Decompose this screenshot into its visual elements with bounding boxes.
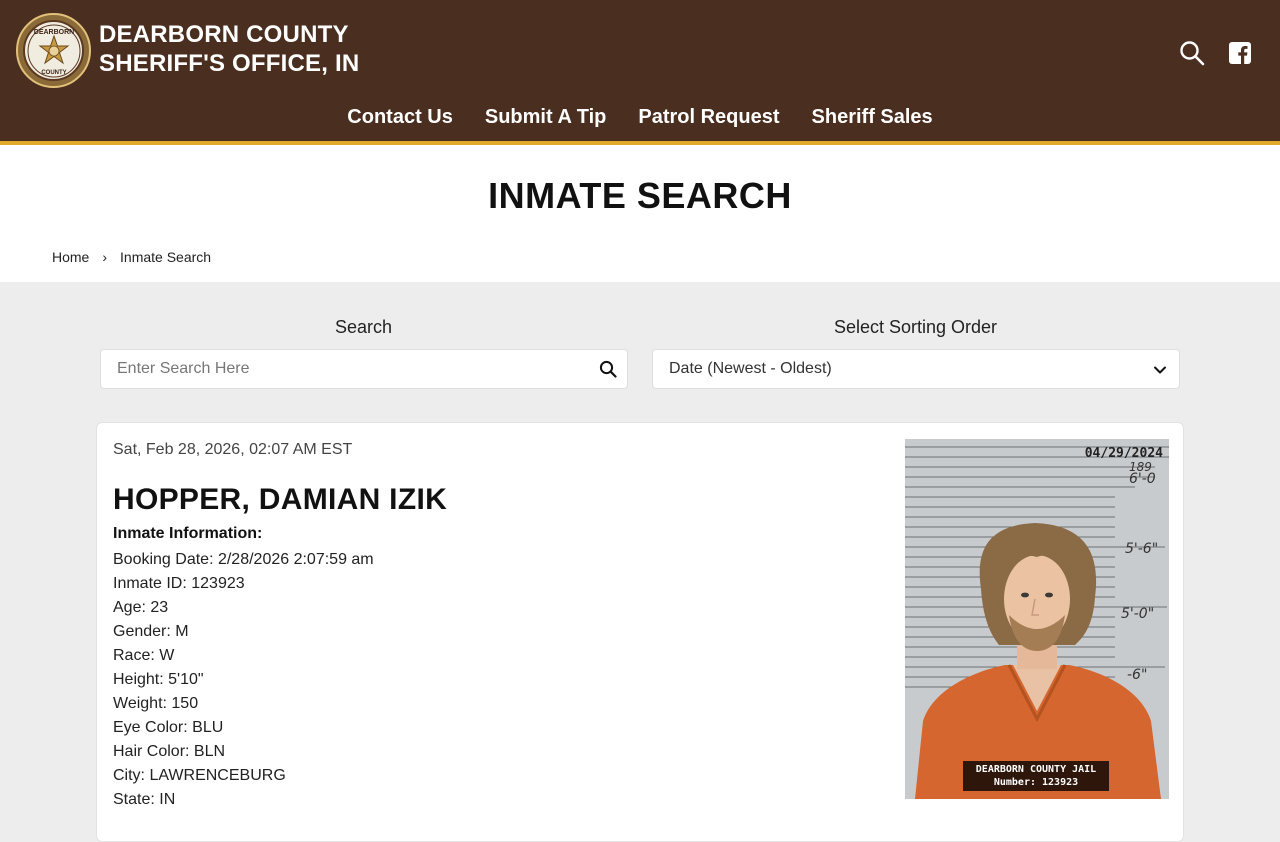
sort-order-select[interactable]: Date (Newest - Oldest) bbox=[652, 349, 1180, 389]
info-inmate-id: Inmate ID: 123923 bbox=[113, 575, 245, 592]
site-title-line1: DEARBORN COUNTY bbox=[99, 21, 349, 48]
mugshot-image: 189 6'-0 5'-6" 5'-0" -6" bbox=[905, 439, 1169, 799]
info-city: City: LAWRENCEBURG bbox=[113, 767, 286, 784]
photo-jail-stamp: DEARBORN COUNTY JAIL Number: 123923 bbox=[963, 761, 1109, 791]
breadcrumb: Home › Inmate Search bbox=[52, 249, 211, 265]
info-weight: Weight: 150 bbox=[113, 695, 199, 712]
chevron-down-icon bbox=[1153, 363, 1167, 377]
photo-jail-name: DEARBORN COUNTY JAIL bbox=[975, 764, 1097, 775]
logo-bottom-text: COUNTY bbox=[41, 70, 66, 76]
info-height: Height: 5'10" bbox=[113, 671, 204, 688]
site-header: DEARBORN COUNTY DEARBORN COUNTY SHERIFF'… bbox=[0, 0, 1280, 141]
info-race: Race: W bbox=[113, 647, 175, 664]
height-mark-5-6: 5'-6" bbox=[1125, 541, 1158, 557]
inmate-info-list: Booking Date: 2/28/2026 2:07:59 am Inmat… bbox=[113, 548, 374, 812]
inmate-card[interactable]: Sat, Feb 28, 2026, 02:07 AM EST HOPPER, … bbox=[96, 422, 1184, 842]
breadcrumb-separator: › bbox=[102, 249, 108, 265]
nav-sheriff-sales[interactable]: Sheriff Sales bbox=[812, 106, 933, 129]
photo-date-stamp: 04/29/2024 bbox=[1084, 446, 1163, 461]
main-nav: Contact Us Submit A Tip Patrol Request S… bbox=[0, 106, 1280, 129]
nav-contact-us[interactable]: Contact Us bbox=[347, 106, 453, 129]
nav-patrol-request[interactable]: Patrol Request bbox=[638, 106, 779, 129]
height-mark-5-0: 5'-0" bbox=[1121, 606, 1154, 622]
info-age: Age: 23 bbox=[113, 599, 169, 616]
height-mark-6-0: 6'-0 bbox=[1129, 471, 1156, 487]
info-hair-color: Hair Color: BLN bbox=[113, 743, 226, 760]
search-input[interactable] bbox=[101, 350, 581, 388]
facebook-icon[interactable] bbox=[1228, 41, 1252, 65]
search-box bbox=[100, 349, 628, 389]
sort-label: Select Sorting Order bbox=[833, 317, 998, 337]
photo-jail-number: Number: 123923 bbox=[993, 777, 1079, 788]
height-mark-4-6: -6" bbox=[1127, 667, 1147, 683]
sort-selected-value: Date (Newest - Oldest) bbox=[669, 360, 832, 377]
sheriff-badge-logo[interactable]: DEARBORN COUNTY bbox=[16, 13, 91, 88]
site-title-line2: SHERIFF'S OFFICE, IN bbox=[99, 50, 360, 77]
inmate-name[interactable]: HOPPER, DAMIAN IZIK bbox=[113, 483, 447, 517]
info-gender: Gender: M bbox=[113, 623, 189, 640]
breadcrumb-current: Inmate Search bbox=[120, 249, 212, 265]
search-label: Search bbox=[334, 317, 393, 337]
info-eye-color: Eye Color: BLU bbox=[113, 719, 224, 736]
breadcrumb-home[interactable]: Home bbox=[52, 249, 89, 265]
page-title: INMATE SEARCH bbox=[488, 175, 792, 216]
info-booking-date: Booking Date: 2/28/2026 2:07:59 am bbox=[113, 551, 374, 568]
nav-submit-a-tip[interactable]: Submit A Tip bbox=[485, 106, 606, 129]
mugshot-photo[interactable]: 189 6'-0 5'-6" 5'-0" -6" 04/29/2024 DEAR… bbox=[905, 439, 1169, 799]
page-title-area: INMATE SEARCH Home › Inmate Search bbox=[0, 145, 1280, 282]
search-submit-icon[interactable] bbox=[599, 360, 617, 378]
info-state: State: IN bbox=[113, 791, 176, 808]
booking-timestamp: Sat, Feb 28, 2026, 02:07 AM EST bbox=[113, 441, 353, 458]
search-icon[interactable] bbox=[1179, 40, 1205, 66]
star-badge-icon: DEARBORN COUNTY bbox=[27, 24, 80, 77]
site-title[interactable]: DEARBORN COUNTY SHERIFF'S OFFICE, IN bbox=[99, 20, 359, 78]
inmate-info-heading: Inmate Information: bbox=[113, 525, 263, 542]
